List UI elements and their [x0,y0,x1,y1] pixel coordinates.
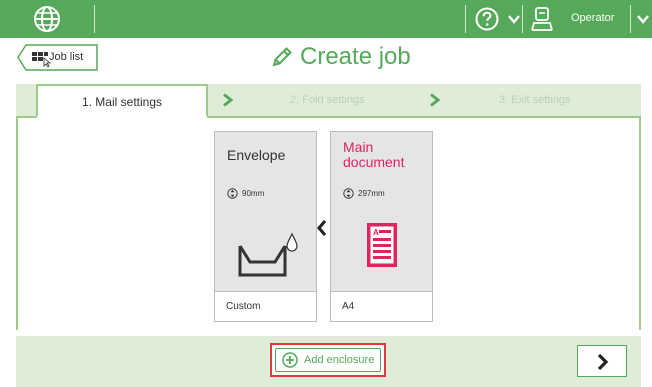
chevron-right-icon [430,93,441,107]
content-panel [16,116,641,330]
card-title: Envelope [227,147,286,163]
card-title-line: document [343,154,405,170]
height-icon [343,188,354,199]
chevron-down-icon[interactable] [636,12,650,26]
card-type: A4 [342,301,355,312]
card-footer: Custom [215,291,316,321]
dimension: 297mm [343,188,385,199]
divider [522,5,523,33]
tab-label: 1. Mail settings [81,95,163,109]
job-list-label[interactable]: Job list [49,51,83,63]
globe-icon[interactable] [32,4,62,34]
height-icon [227,188,238,199]
page-title: Create job [300,43,411,70]
tab-mail-settings[interactable]: 1. Mail settings [36,84,208,118]
user-icon[interactable] [530,6,554,32]
envelope-card[interactable]: Envelope 90mm Custom [214,131,317,322]
add-circle-icon [282,352,298,368]
dimension: 90mm [227,188,264,199]
dimension-value: 90mm [242,189,265,198]
chevron-left-icon[interactable] [316,219,328,237]
card-title-line: Main [343,139,374,155]
divider [465,5,466,33]
panel-border [207,116,641,118]
main-document-card[interactable]: Main document 297mm A A4 [330,131,433,322]
chevron-down-icon[interactable] [507,12,521,26]
chevron-right-icon [597,353,609,371]
divider [630,5,631,33]
svg-text:A: A [373,228,379,237]
divider [94,5,95,33]
card-footer: A4 [331,291,432,321]
dimension-value: 297mm [358,189,385,198]
add-enclosure-label: Add enclosure [304,354,375,366]
panel-border [16,116,37,118]
page-title-group: Create job [270,41,411,73]
pencil-icon [272,47,292,67]
top-bar: Operator [0,0,652,38]
card-title: Main document [343,140,404,170]
envelope-icon [238,232,298,277]
tab-exit-settings[interactable]: 3. Exit settings [499,94,571,106]
add-enclosure-button[interactable]: Add enclosure [275,348,381,372]
add-enclosure-highlight: Add enclosure [270,343,386,377]
document-icon: A [367,223,397,267]
chevron-right-icon [223,93,234,107]
next-button[interactable] [577,345,627,377]
card-type: Custom [226,301,261,312]
tab-fold-settings[interactable]: 2. Fold settings [290,94,365,106]
create-job-screen: Operator Job list Create job 1. Mail set… [0,0,652,387]
user-label[interactable]: Operator [571,12,614,24]
help-icon[interactable] [474,6,500,32]
